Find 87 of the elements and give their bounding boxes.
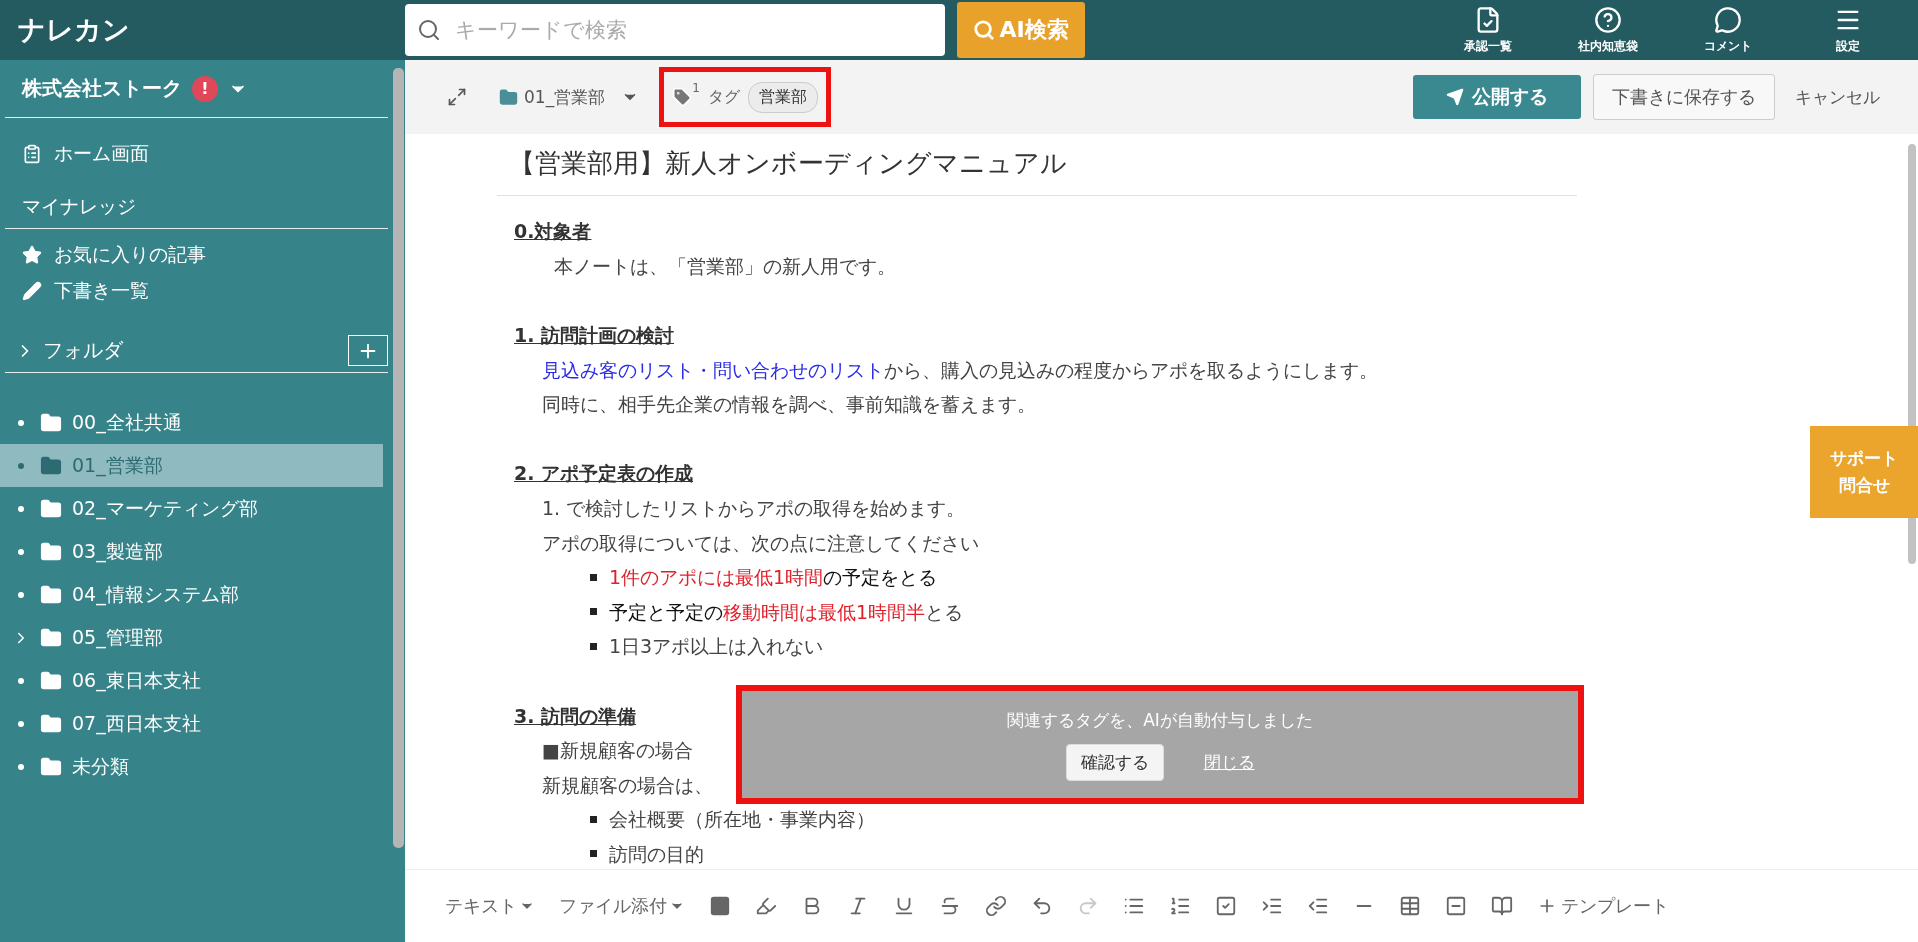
folder-item[interactable]: 02_マーケティング部 — [0, 487, 383, 530]
bullet-icon — [590, 642, 597, 650]
company-name[interactable]: 株式会社ストーク — [22, 75, 182, 102]
tag-label: タグ — [707, 86, 740, 108]
send-icon — [1446, 88, 1464, 106]
bullet-icon — [590, 573, 597, 581]
minus-square-icon[interactable] — [1445, 895, 1467, 917]
nav-button[interactable]: 承認一覧 — [1428, 4, 1548, 56]
search-field[interactable]: キーワードで検索 — [405, 4, 945, 56]
home-link[interactable]: ホーム画面 — [0, 136, 393, 172]
section-title: マイナレッジ — [5, 194, 388, 229]
publish-button[interactable]: 公開する — [1413, 75, 1581, 119]
tag-count: 1 — [692, 81, 700, 95]
bullet-icon — [590, 815, 597, 823]
folder-icon — [40, 540, 62, 563]
nav-button[interactable]: 社内知恵袋 — [1548, 4, 1668, 56]
comment-icon — [1714, 5, 1742, 34]
document-title: 【営業部用】新人オンボーディングマニュアル — [497, 134, 1577, 196]
book-icon[interactable] — [1491, 895, 1513, 917]
folder-icon — [40, 454, 62, 477]
folder-icon — [40, 712, 62, 735]
folder-icon — [40, 583, 62, 606]
scrollbar[interactable] — [393, 68, 404, 848]
highlighter-icon[interactable] — [755, 895, 777, 917]
link-icon[interactable] — [985, 895, 1007, 917]
folder-icon — [499, 87, 518, 107]
folder-icon — [40, 755, 62, 778]
bullet-icon — [590, 608, 597, 616]
folder-item[interactable]: 07_西日本支社 — [0, 702, 383, 745]
close-link[interactable]: 閉じる — [1203, 750, 1255, 774]
paragraph: 本ノートは、「営業部」の新人用です。 — [554, 253, 896, 279]
save-draft-button[interactable]: 下書きに保存する — [1593, 74, 1775, 120]
search-icon — [417, 18, 441, 42]
template-button[interactable]: テンプレート — [1537, 894, 1669, 918]
list-item-text: 1件のアポには最低1時間の予定をとる — [609, 565, 938, 591]
folder-item[interactable]: 04_情報システム部 — [0, 573, 383, 616]
expand-icon[interactable] — [447, 87, 467, 107]
star-icon — [22, 245, 42, 265]
folder-icon — [40, 669, 62, 692]
numbered-list-icon[interactable] — [1169, 895, 1191, 917]
folder-selector[interactable]: 01_営業部 — [499, 85, 640, 109]
nav-button[interactable]: 設定 — [1788, 4, 1908, 56]
app-logo: ナレカン — [17, 13, 131, 47]
folder-item[interactable]: 03_製造部 — [0, 530, 383, 573]
strikethrough-icon[interactable] — [939, 895, 961, 917]
add-folder-button[interactable] — [348, 335, 388, 366]
folder-item[interactable]: 未分類 — [0, 745, 383, 788]
underline-icon[interactable] — [893, 895, 915, 917]
paragraph: ■新規顧客の場合 — [542, 738, 693, 764]
checkbox-icon[interactable] — [1215, 895, 1237, 917]
sidebar-link[interactable]: 下書き一覧 — [0, 273, 393, 309]
table-icon[interactable] — [1399, 895, 1421, 917]
help-icon — [1594, 5, 1622, 34]
toast-message: 関連するタグを、AIが自動付与しました — [1007, 708, 1313, 732]
folder-item[interactable]: 01_営業部 — [0, 444, 383, 487]
color-square-icon[interactable] — [709, 895, 731, 917]
bullet-icon — [590, 850, 597, 858]
paragraph: 同時に、相手先企業の情報を調べ、事前知識を蓄えます。 — [542, 392, 1036, 418]
tag-icon[interactable] — [672, 87, 693, 107]
confirm-button[interactable]: 確認する — [1065, 743, 1164, 781]
search-icon — [973, 19, 996, 41]
alert-badge: ! — [192, 75, 218, 102]
folder-item[interactable]: 00_全社共通 — [0, 401, 383, 444]
folder-icon — [40, 626, 62, 649]
sidebar-link[interactable]: お気に入りの記事 — [0, 237, 393, 273]
nav-button[interactable]: コメント — [1668, 4, 1788, 56]
undo-icon[interactable] — [1031, 895, 1053, 917]
folder-heading: フォルダ — [43, 337, 123, 364]
clipboard-icon — [22, 144, 42, 164]
paragraph: 見込み客のリスト・問い合わせのリスト から、購入の見込みの程度からアポを取るようにします。 — [542, 357, 1378, 383]
list-item-text: 会社概要（所在地・事業内容） — [609, 807, 875, 833]
cancel-link[interactable]: キャンセル — [1795, 85, 1880, 109]
paragraph: 新規顧客の場合は、 — [542, 772, 713, 798]
paragraph: アポの取得については、次の点に注意してください — [542, 530, 979, 556]
folder-item[interactable]: 06_東日本支社 — [0, 659, 383, 702]
pencil-icon — [22, 281, 42, 301]
menu-dropdown[interactable]: テキスト — [445, 894, 535, 918]
paragraph: 1. で検討したリストからアポの取得を始めます。 — [542, 496, 966, 522]
list-item-text: 1日3アポ以上は入れない — [609, 634, 824, 660]
tag-chip[interactable]: 営業部 — [747, 81, 818, 113]
folder-item[interactable]: 05_管理部 — [0, 616, 383, 659]
list-item-text: 訪問の目的 — [609, 842, 704, 867]
folder-icon — [40, 497, 62, 520]
section-heading: 0.対象者 — [514, 219, 592, 245]
folder-icon — [40, 411, 62, 434]
menu-dropdown[interactable]: ファイル添付 — [559, 894, 685, 918]
list-item-text: 予定と予定の移動時間は最低1時間半とる — [609, 599, 964, 625]
